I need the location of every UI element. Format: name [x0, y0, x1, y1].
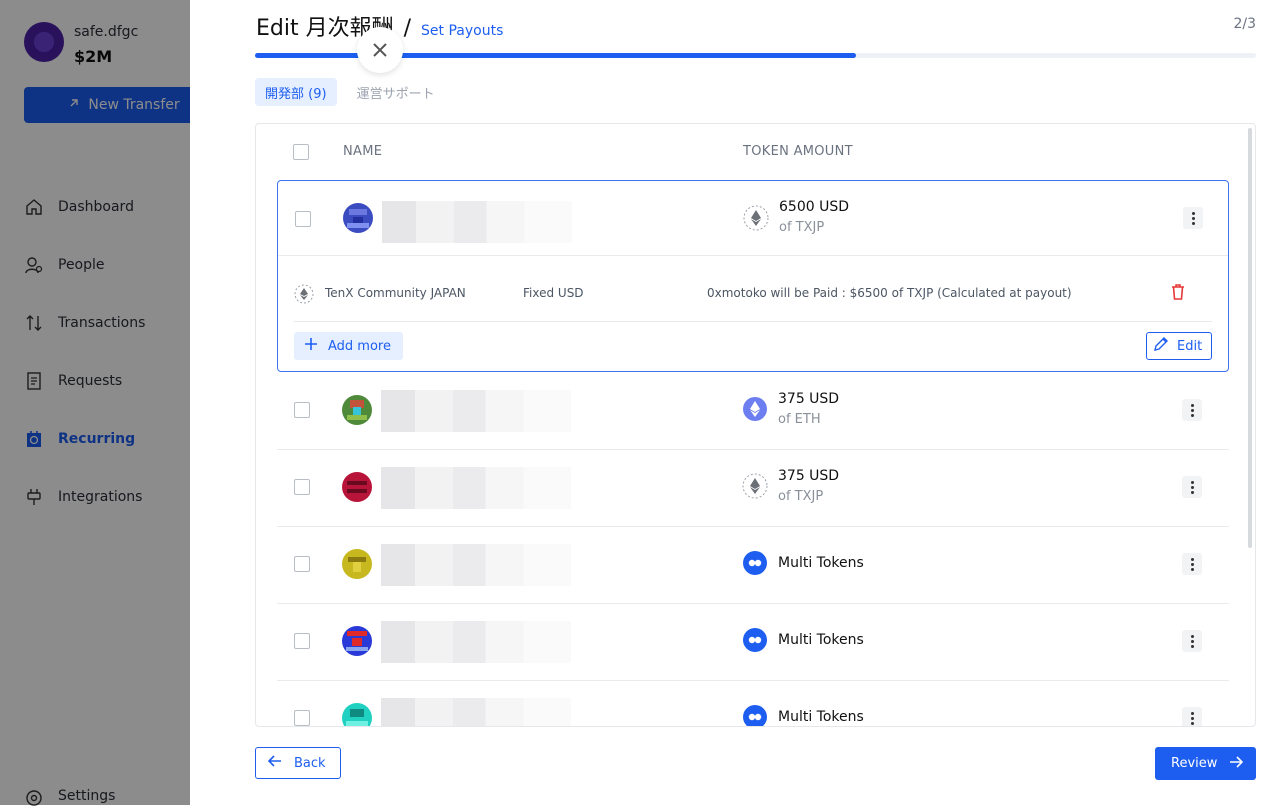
multi-token-icon [742, 550, 768, 576]
edit-label: Edit [1177, 338, 1203, 354]
table-row[interactable]: Multi Tokens [277, 526, 1229, 604]
pencil-icon [1153, 336, 1169, 356]
avatar [342, 395, 372, 425]
token-amount: Multi Tokens [778, 709, 864, 725]
redacted-name [381, 390, 571, 432]
row-checkbox[interactable] [294, 402, 310, 418]
tab-operations-support[interactable]: 運営サポート [347, 78, 445, 106]
row-checkbox[interactable] [295, 211, 311, 227]
redacted-name [381, 621, 571, 663]
back-label: Back [294, 755, 326, 771]
tab-development[interactable]: 開発部 (9) [255, 78, 337, 106]
eth-icon [742, 396, 768, 422]
token-amount: Multi Tokens [778, 555, 864, 571]
redacted-name [382, 201, 572, 243]
column-name: NAME [343, 144, 383, 159]
progress-bar [255, 53, 1256, 58]
payout-detail-row: TenX Community JAPAN Fixed USD 0xmotoko … [294, 255, 1212, 322]
column-token-amount: TOKEN AMOUNT [743, 144, 853, 159]
detail-payout-type: Fixed USD [523, 286, 584, 300]
txjp-icon [294, 284, 314, 304]
token-symbol: of TXJP [778, 489, 824, 504]
step-indicator: 2/3 [1233, 16, 1256, 32]
table-row[interactable]: 375 USD of TXJP [277, 449, 1229, 527]
close-icon [373, 43, 387, 57]
table-row[interactable]: Multi Tokens [277, 680, 1229, 726]
payouts-table: NAME TOKEN AMOUNT 6500 USD of TXJP TenX … [255, 123, 1256, 727]
arrow-left-icon [267, 754, 282, 772]
row-checkbox[interactable] [294, 556, 310, 572]
team-tabs: 開発部 (9) 運営サポート [255, 78, 445, 106]
token-amount: 375 USD [778, 391, 840, 407]
add-more-label: Add more [328, 338, 391, 354]
progress-fill [255, 53, 856, 58]
plus-icon [304, 337, 318, 355]
row-checkbox[interactable] [294, 479, 310, 495]
review-button[interactable]: Review [1155, 747, 1256, 780]
token-symbol: of TXJP [779, 220, 825, 235]
row-menu-button[interactable] [1182, 399, 1202, 421]
row-menu-button[interactable] [1182, 707, 1202, 726]
modal-overlay[interactable] [0, 0, 190, 805]
arrow-right-icon [1229, 755, 1244, 773]
edit-payouts-drawer: Edit 月次報酬 / Set Payouts 2/3 開発部 (9) 運営サポ… [190, 0, 1280, 805]
scrollbar[interactable] [1248, 128, 1252, 548]
trash-icon[interactable] [1170, 283, 1186, 301]
review-label: Review [1171, 756, 1218, 771]
token-symbol: of ETH [778, 412, 821, 427]
row-menu-button[interactable] [1182, 476, 1202, 498]
row-menu-button[interactable] [1183, 207, 1203, 229]
token-amount: 375 USD [778, 468, 840, 484]
add-more-button[interactable]: Add more [294, 332, 403, 360]
avatar [343, 203, 373, 233]
row-menu-button[interactable] [1182, 630, 1202, 652]
row-checkbox[interactable] [294, 633, 310, 649]
multi-token-icon [742, 704, 768, 726]
detail-description: 0xmotoko will be Paid : $6500 of TXJP (C… [707, 286, 1072, 300]
avatar [342, 703, 372, 726]
avatar [342, 549, 372, 579]
token-amount: Multi Tokens [778, 632, 864, 648]
breadcrumb-separator: / [403, 16, 412, 41]
redacted-name [381, 544, 571, 586]
table-row[interactable]: 375 USD of ETH [277, 372, 1229, 450]
avatar [342, 626, 372, 656]
txjp-icon [742, 473, 768, 499]
edit-button[interactable]: Edit [1146, 332, 1212, 360]
close-button[interactable] [357, 27, 403, 73]
expanded-payout-row: 6500 USD of TXJP TenX Community JAPAN Fi… [277, 180, 1229, 372]
txjp-icon [743, 205, 769, 231]
table-row[interactable]: Multi Tokens [277, 603, 1229, 681]
back-button[interactable]: Back [255, 747, 341, 779]
multi-token-icon [742, 627, 768, 653]
table-header: NAME TOKEN AMOUNT [256, 124, 1255, 179]
token-amount: 6500 USD [779, 199, 849, 215]
table-row[interactable]: 6500 USD of TXJP [278, 181, 1228, 256]
row-menu-button[interactable] [1182, 553, 1202, 575]
select-all-checkbox[interactable] [293, 144, 309, 160]
redacted-name [381, 698, 571, 726]
redacted-name [381, 467, 571, 509]
detail-token-name: TenX Community JAPAN [325, 286, 466, 300]
row-checkbox[interactable] [294, 710, 310, 726]
avatar [342, 472, 372, 502]
breadcrumb-current: Set Payouts [421, 23, 504, 39]
